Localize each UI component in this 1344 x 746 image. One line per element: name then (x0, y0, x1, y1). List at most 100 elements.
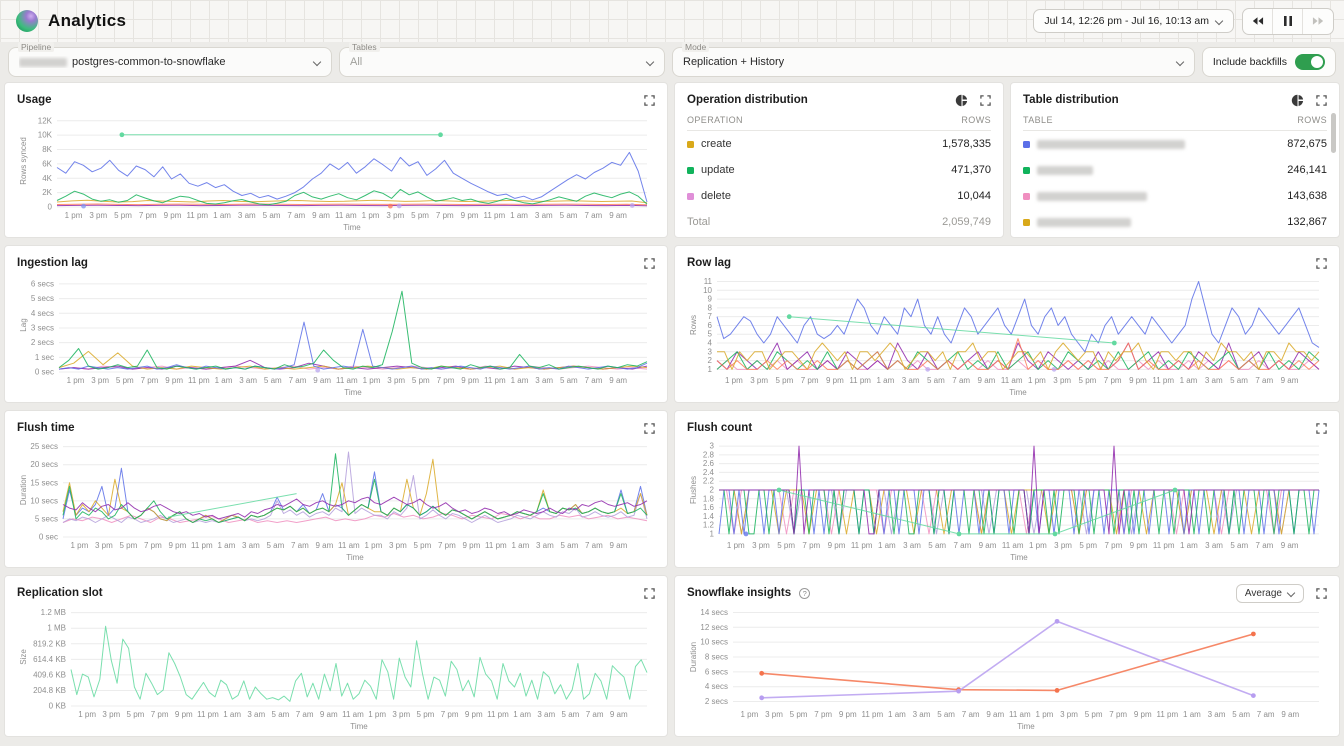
svg-text:11 pm: 11 pm (186, 211, 208, 220)
svg-text:1 MB: 1 MB (47, 624, 66, 633)
svg-text:1 am: 1 am (511, 541, 529, 550)
svg-text:3 pm: 3 pm (1054, 541, 1072, 550)
svg-text:614.4 KB: 614.4 KB (33, 655, 66, 664)
expand-icon[interactable] (980, 95, 991, 106)
svg-text:9 pm: 9 pm (165, 376, 183, 385)
svg-text:1.2: 1.2 (703, 521, 715, 530)
scrollbar[interactable] (1331, 113, 1336, 153)
svg-text:7 pm: 7 pm (151, 710, 169, 719)
svg-text:3 am: 3 am (903, 541, 921, 550)
svg-text:3 am: 3 am (913, 710, 931, 719)
svg-text:819.2 KB: 819.2 KB (33, 639, 66, 648)
svg-text:0 sec: 0 sec (39, 533, 58, 542)
svg-text:3 am: 3 am (535, 376, 553, 385)
svg-text:11 am: 11 am (338, 541, 360, 550)
expand-icon[interactable] (644, 95, 655, 106)
svg-text:9 am: 9 am (315, 541, 333, 550)
expand-icon[interactable] (1316, 423, 1327, 434)
pie-chart-icon[interactable] (1291, 94, 1304, 107)
svg-text:3 pm: 3 pm (387, 376, 405, 385)
table-row: Total2,059,749 (687, 209, 991, 233)
row-label (1037, 138, 1190, 150)
svg-text:11 am: 11 am (1009, 710, 1031, 719)
pipeline-select[interactable]: Pipeline postgres-common-to-snowflake (8, 47, 332, 77)
svg-text:7 pm: 7 pm (437, 376, 455, 385)
svg-text:3 am: 3 am (1208, 710, 1226, 719)
svg-text:25 secs: 25 secs (30, 442, 58, 451)
svg-text:11 am: 11 am (336, 376, 358, 385)
svg-text:12 secs: 12 secs (700, 623, 728, 632)
svg-text:11 am: 11 am (335, 211, 357, 220)
masked-text (1037, 140, 1185, 149)
svg-text:Time: Time (1009, 388, 1027, 397)
svg-text:1.6: 1.6 (703, 503, 715, 512)
expand-icon[interactable] (1316, 95, 1327, 106)
svg-text:1 pm: 1 pm (1028, 376, 1046, 385)
expand-icon[interactable] (1316, 588, 1327, 599)
svg-text:1 am: 1 am (1180, 541, 1198, 550)
pause-icon (1284, 16, 1292, 26)
expand-icon[interactable] (644, 588, 655, 599)
pie-chart-icon[interactable] (955, 94, 968, 107)
svg-text:7 pm: 7 pm (438, 541, 456, 550)
svg-text:9 am: 9 am (986, 710, 1004, 719)
svg-text:11 pm: 11 pm (849, 376, 871, 385)
column-header: TABLE (1023, 115, 1053, 125)
aggregation-select[interactable]: Average (1236, 584, 1304, 603)
rewind-button[interactable] (1243, 9, 1273, 34)
svg-text:3 am: 3 am (902, 376, 920, 385)
svg-text:3 pm: 3 pm (1060, 710, 1078, 719)
help-icon[interactable]: ? (799, 588, 810, 599)
fast-forward-icon (1312, 16, 1325, 26)
pause-button[interactable] (1273, 9, 1303, 34)
svg-text:Time: Time (343, 223, 361, 232)
mode-select[interactable]: Mode Replication + History (672, 47, 1195, 77)
svg-text:9 pm: 9 pm (465, 710, 483, 719)
column-header: ROWS (1297, 115, 1327, 125)
svg-text:9 am: 9 am (320, 710, 338, 719)
pipeline-value: postgres-common-to-snowflake (72, 56, 225, 68)
svg-text:2.8: 2.8 (703, 450, 715, 459)
table-row: delete10,044 (687, 183, 991, 209)
expand-icon[interactable] (644, 423, 655, 434)
svg-text:1 am: 1 am (213, 211, 231, 220)
row-value: 1,578,335 (942, 138, 991, 150)
svg-text:5 am: 5 am (560, 376, 578, 385)
svg-text:7 pm: 7 pm (1104, 376, 1122, 385)
svg-text:3 pm: 3 pm (392, 710, 410, 719)
svg-text:3 am: 3 am (1205, 541, 1223, 550)
svg-text:7 pm: 7 pm (1104, 541, 1122, 550)
svg-text:11 pm: 11 pm (1152, 376, 1174, 385)
svg-text:1 am: 1 am (876, 376, 894, 385)
svg-text:11 pm: 11 pm (484, 211, 506, 220)
table-row: 132,867 (1023, 209, 1327, 233)
svg-text:5 pm: 5 pm (1079, 541, 1097, 550)
series-swatch (687, 167, 694, 174)
include-backfills-toggle[interactable] (1295, 54, 1325, 70)
row-label (1037, 190, 1152, 202)
svg-text:1.2 MB: 1.2 MB (41, 608, 66, 617)
svg-text:Time: Time (1010, 553, 1028, 562)
date-range-selector[interactable]: Jul 14, 12:26 pm - Jul 16, 10:13 am (1033, 9, 1234, 33)
flush-time-card: Flush time 0 sec5 secs10 secs15 secs20 s… (4, 410, 668, 568)
svg-text:11 pm: 11 pm (851, 541, 873, 550)
svg-text:7 pm: 7 pm (1109, 710, 1127, 719)
row-value: 471,370 (951, 164, 991, 176)
tables-select[interactable]: Tables All (339, 47, 665, 77)
svg-text:7 pm: 7 pm (141, 376, 159, 385)
svg-text:7 pm: 7 pm (441, 710, 459, 719)
svg-text:6 secs: 6 secs (705, 667, 728, 676)
svg-text:5 pm: 5 pm (412, 376, 430, 385)
expand-icon[interactable] (1316, 258, 1327, 269)
replication-slot-chart: 0 KB204.8 KB409.6 KB614.4 KB819.2 KB1 MB… (17, 602, 655, 737)
svg-text:8: 8 (708, 303, 713, 312)
svg-text:7 am: 7 am (1257, 710, 1275, 719)
svg-text:3 pm: 3 pm (765, 710, 783, 719)
chevron-down-icon (646, 58, 654, 66)
svg-text:1 am: 1 am (513, 710, 531, 719)
svg-text:1.8: 1.8 (703, 494, 715, 503)
expand-icon[interactable] (644, 258, 655, 269)
series-swatch (1023, 219, 1030, 226)
card-title: Operation distribution (687, 94, 808, 106)
forward-button[interactable] (1303, 9, 1333, 34)
